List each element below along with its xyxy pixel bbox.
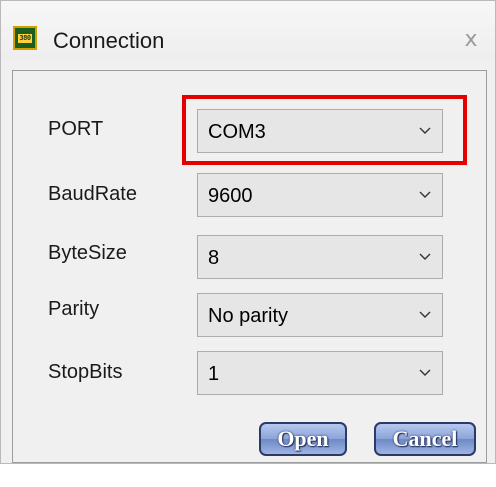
port-select[interactable]: COM3 (197, 109, 443, 153)
parity-value: No parity (208, 305, 289, 327)
chevron-down-icon (419, 127, 431, 134)
port-label: PORT (48, 118, 104, 140)
window-title: Connection (53, 28, 165, 53)
baudrate-value: 9600 (208, 185, 253, 207)
bytesize-value: 8 (208, 247, 220, 269)
port-value: COM3 (208, 121, 266, 143)
cancel-button[interactable]: Cancel (374, 422, 476, 456)
connection-dialog: 380 Connection x PORT COM3 BaudRate 9600… (0, 0, 496, 464)
open-button[interactable]: Open (259, 422, 347, 456)
stopbits-label: StopBits (48, 361, 123, 383)
close-icon: x (464, 26, 478, 52)
parity-label: Parity (48, 298, 100, 320)
stopbits-value: 1 (208, 363, 220, 385)
baudrate-label: BaudRate (48, 183, 137, 205)
stopbits-select[interactable]: 1 (197, 351, 443, 395)
device-screen-text: 380 (18, 33, 32, 43)
bytesize-label: ByteSize (48, 242, 127, 264)
chevron-down-icon (419, 253, 431, 260)
baudrate-select[interactable]: 9600 (197, 173, 443, 217)
chevron-down-icon (419, 369, 431, 376)
serial-device-icon: 380 (13, 26, 37, 50)
close-button[interactable]: x (457, 25, 485, 53)
chevron-down-icon (419, 311, 431, 318)
parity-select[interactable]: No parity (197, 293, 443, 337)
title-bar[interactable]: 380 Connection x (1, 1, 495, 59)
chevron-down-icon (419, 191, 431, 198)
bytesize-select[interactable]: 8 (197, 235, 443, 279)
